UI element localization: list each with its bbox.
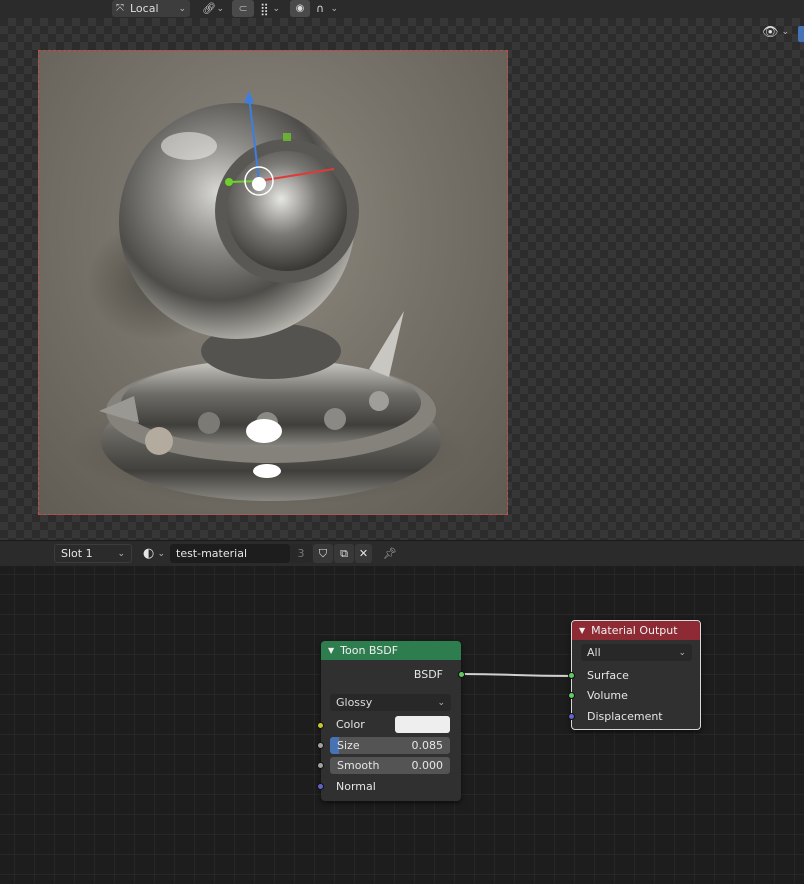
displacement-input-socket[interactable] xyxy=(568,713,575,720)
collapse-triangle-icon[interactable]: ▼ xyxy=(579,626,585,635)
stud xyxy=(369,391,389,411)
eye-icon: 👁︎ xyxy=(762,24,779,40)
viewport-3d[interactable]: 👁︎ ⌄ xyxy=(0,18,804,540)
user-count: 3 xyxy=(290,544,312,563)
proportional-edit-icon: ◉ xyxy=(295,3,305,14)
orientation-icon: ⤧ xyxy=(116,3,124,14)
color-row: Color xyxy=(336,718,365,731)
normal-label: Normal xyxy=(336,780,376,793)
volume-row: Volume xyxy=(587,689,628,702)
component-dropdown[interactable]: Glossy ⌄ xyxy=(330,694,451,711)
color-swatch[interactable] xyxy=(395,716,450,733)
transform-orientation-value: Local xyxy=(130,2,159,15)
highlight xyxy=(161,132,217,160)
render-preview xyxy=(38,50,508,515)
snap-toggle[interactable]: ⊂ xyxy=(232,0,254,17)
bsdf-to-surface-link xyxy=(460,673,572,677)
size-input-socket[interactable] xyxy=(317,742,324,749)
smooth-label: Smooth xyxy=(337,759,380,772)
output-node-title: Material Output xyxy=(591,624,678,637)
pin-button[interactable]: 📌︎ xyxy=(380,544,400,563)
smooth-slider[interactable]: Smooth 0.000 xyxy=(330,757,450,774)
falloff-curve-icon: ∩ xyxy=(316,2,325,15)
highlight xyxy=(246,419,282,443)
spike-right xyxy=(369,311,404,377)
overlay-toggle[interactable] xyxy=(798,26,804,42)
size-value: 0.085 xyxy=(411,739,444,752)
gizmo-origin xyxy=(252,177,266,191)
visibility-dropdown[interactable]: 👁︎ ⌄ xyxy=(762,22,794,42)
material-output-node[interactable]: ▼ Material Output All ⌄ Surface Volume D… xyxy=(568,620,701,730)
chevron-down-icon: ⌄ xyxy=(678,647,686,658)
stud xyxy=(145,427,173,455)
component-value: Glossy xyxy=(336,696,373,709)
collapse-triangle-icon[interactable]: ▼ xyxy=(328,646,334,655)
pivot-point-dropdown[interactable]: 🔗︎ ⌄ xyxy=(198,0,228,17)
size-slider[interactable]: Size 0.085 xyxy=(330,737,450,754)
chevron-down-icon: ⌄ xyxy=(216,3,224,14)
displacement-row: Displacement xyxy=(587,710,663,723)
slot-value: Slot 1 xyxy=(61,547,93,560)
bsdf-output-socket[interactable] xyxy=(458,671,465,678)
chevron-down-icon: ⌄ xyxy=(330,3,338,14)
slot-dropdown[interactable]: Slot 1 ⌄ xyxy=(54,544,132,563)
node-editor-header: Slot 1 ⌄ ◐ ⌄ test-material 3 ⛉ ⧉ ✕ 📌︎ xyxy=(0,540,804,566)
highlight xyxy=(253,464,281,478)
user-count-value: 3 xyxy=(297,547,305,560)
gizmo-plane-handle xyxy=(283,133,291,141)
proportional-edit-toggle[interactable]: ◉ xyxy=(290,0,310,17)
node-editor-canvas[interactable]: ▼ Toon BSDF BSDF Glossy ⌄ Color Size 0.0… xyxy=(0,566,804,884)
smooth-input-socket[interactable] xyxy=(317,762,324,769)
stud xyxy=(324,408,346,430)
shield-icon: ⛉ xyxy=(318,546,328,560)
material-sphere-icon: ◐ xyxy=(143,546,155,561)
material-name-field[interactable]: test-material xyxy=(170,544,290,563)
unlink-button[interactable]: ✕ xyxy=(355,544,372,563)
output-node-header[interactable]: ▼ Material Output xyxy=(572,621,700,640)
color-input-socket[interactable] xyxy=(317,722,324,729)
toon-node-header[interactable]: ▼ Toon BSDF xyxy=(321,641,461,660)
close-icon: ✕ xyxy=(358,547,369,560)
size-label: Size xyxy=(337,739,360,752)
toon-bsdf-node[interactable]: ▼ Toon BSDF BSDF Glossy ⌄ Color Size 0.0… xyxy=(317,641,465,801)
new-material-button[interactable]: ⧉ xyxy=(334,544,354,563)
surface-label: Surface xyxy=(587,669,629,682)
pin-icon: 📌︎ xyxy=(383,547,397,560)
material-name: test-material xyxy=(176,547,248,560)
snap-target-dropdown[interactable]: ⣿ ⌄ xyxy=(256,0,284,17)
bsdf-output-label: BSDF xyxy=(413,668,443,681)
magnet-icon: ⊂ xyxy=(238,2,248,15)
chevron-down-icon: ⌄ xyxy=(781,27,790,37)
bsdf-output-row: BSDF xyxy=(414,668,443,681)
normal-input-socket[interactable] xyxy=(317,783,324,790)
pivot-icon: 🔗︎ xyxy=(202,2,216,15)
volume-input-socket[interactable] xyxy=(568,692,575,699)
chevron-down-icon: ⌄ xyxy=(437,697,445,708)
displacement-label: Displacement xyxy=(587,710,663,723)
material-preview-svg xyxy=(69,91,469,506)
chevron-down-icon: ⌄ xyxy=(117,548,125,559)
gizmo-z-arrow xyxy=(244,91,254,103)
target-dropdown[interactable]: All ⌄ xyxy=(581,644,692,661)
chevron-down-icon: ⌄ xyxy=(157,548,165,559)
falloff-dropdown[interactable]: ∩ ⌄ xyxy=(312,0,342,17)
smooth-value: 0.000 xyxy=(411,759,444,772)
transform-orientation-dropdown[interactable]: ⤧ Local ⌄ xyxy=(112,0,190,17)
material-browse-button[interactable]: ◐ ⌄ xyxy=(140,544,168,563)
gizmo-y-handle xyxy=(225,178,233,186)
color-label: Color xyxy=(336,718,365,731)
fake-user-button[interactable]: ⛉ xyxy=(313,544,333,563)
duplicate-icon: ⧉ xyxy=(340,546,348,560)
volume-label: Volume xyxy=(587,689,628,702)
viewport-header: ⤧ Local ⌄ 🔗︎ ⌄ ⊂ ⣿ ⌄ ◉ ∩ ⌄ xyxy=(0,0,804,18)
toon-node-title: Toon BSDF xyxy=(340,644,399,657)
target-value: All xyxy=(587,646,601,659)
normal-row: Normal xyxy=(336,780,376,793)
surface-row: Surface xyxy=(587,669,629,682)
grid-snap-icon: ⣿ xyxy=(260,1,269,16)
chevron-down-icon: ⌄ xyxy=(178,3,186,14)
stud xyxy=(198,412,220,434)
chevron-down-icon: ⌄ xyxy=(272,3,280,14)
surface-input-socket[interactable] xyxy=(568,672,575,679)
